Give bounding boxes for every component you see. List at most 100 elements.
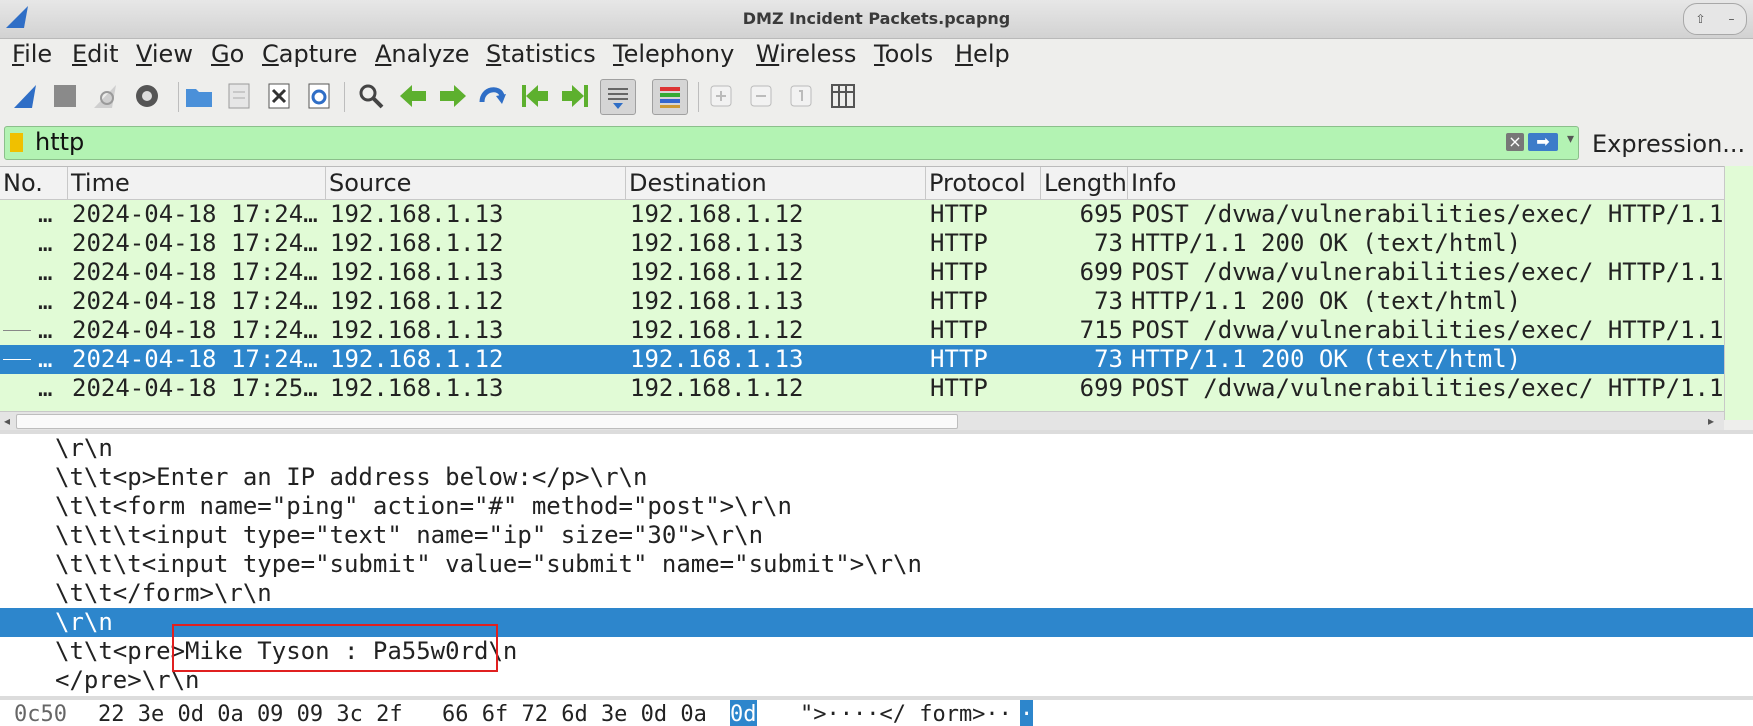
scrollbar-thumb[interactable]	[16, 414, 958, 429]
cell-protocol: HTTP	[930, 258, 988, 286]
menu-help[interactable]: Help	[955, 40, 1010, 68]
restart-capture-icon[interactable]	[88, 79, 122, 113]
detail-line[interactable]: \t\t\t<input type="text" name="ip" size=…	[0, 521, 1753, 550]
cell-source: 192.168.1.12	[330, 229, 504, 257]
hex-offset: 0c50	[14, 702, 67, 726]
zoom-in-icon[interactable]	[704, 79, 738, 113]
window-controls[interactable]: ⇧ –	[1683, 3, 1747, 35]
find-packet-icon[interactable]	[354, 79, 388, 113]
cell-destination: 192.168.1.12	[630, 374, 804, 402]
menu-telephony[interactable]: Telephony	[613, 40, 734, 68]
menu-wireless[interactable]: Wireless	[756, 40, 856, 68]
packet-row[interactable]: … 2024-04-18 17:24… 192.168.1.13 192.168…	[0, 258, 1724, 287]
cell-time: 2024-04-18 17:24…	[72, 200, 318, 228]
packet-row[interactable]: … 2024-04-18 17:24… 192.168.1.12 192.168…	[0, 287, 1724, 316]
normal-size-icon[interactable]	[784, 79, 818, 113]
open-file-icon[interactable]	[182, 79, 216, 113]
menu-tools[interactable]: Tools	[874, 40, 933, 68]
close-file-icon[interactable]	[262, 79, 296, 113]
cell-info: HTTP/1.1 200 OK (text/html)	[1131, 229, 1522, 257]
cell-protocol: HTTP	[930, 229, 988, 257]
capture-options-icon[interactable]	[130, 79, 164, 113]
column-time[interactable]: Time	[68, 167, 326, 199]
cell-time: 2024-04-18 17:24…	[72, 258, 318, 286]
menu-edit[interactable]: Edit	[72, 40, 118, 68]
reload-file-icon[interactable]	[302, 79, 336, 113]
scroll-left-icon[interactable]: ◂	[4, 412, 10, 430]
go-to-packet-icon[interactable]	[476, 79, 510, 113]
cell-no: …	[38, 200, 53, 228]
column-protocol[interactable]: Protocol	[926, 167, 1041, 199]
cell-length: 699	[1079, 258, 1123, 286]
shark-fin-start-icon[interactable]	[8, 79, 42, 113]
bookmark-icon[interactable]	[10, 133, 23, 152]
detail-line[interactable]: \t\t<form name="ping" action="#" method=…	[0, 492, 1753, 521]
cell-info: POST /dvwa/vulnerabilities/exec/ HTTP/1.…	[1131, 258, 1724, 286]
cell-destination: 192.168.1.13	[630, 345, 804, 373]
packet-list-horizontal-scrollbar[interactable]: ◂ ▸	[0, 411, 1724, 430]
hex-ascii[interactable]: ">····</ form>··	[800, 700, 1012, 726]
expression-button[interactable]: Expression...	[1592, 130, 1745, 158]
scroll-right-icon[interactable]: ▸	[1708, 412, 1714, 430]
stop-capture-icon[interactable]	[48, 79, 82, 113]
cell-destination: 192.168.1.12	[630, 258, 804, 286]
resize-columns-icon[interactable]	[826, 79, 860, 113]
menu-view[interactable]: View	[136, 40, 193, 68]
chevron-down-icon[interactable]: ▾	[1567, 131, 1574, 147]
go-back-icon[interactable]	[396, 79, 430, 113]
apply-filter-icon[interactable]: ➡	[1528, 133, 1558, 151]
cell-length: 699	[1079, 374, 1123, 402]
cell-protocol: HTTP	[930, 345, 988, 373]
detail-line[interactable]: \r\n	[0, 434, 1753, 463]
display-filter-input[interactable]: http	[35, 128, 84, 156]
packet-row[interactable]: … 2024-04-18 17:24… 192.168.1.13 192.168…	[0, 200, 1724, 229]
menu-analyze[interactable]: Analyze	[375, 40, 470, 68]
hex-bytes[interactable]: 22 3e 0d 0a 09 09 3c 2f	[98, 700, 403, 726]
detail-line[interactable]: \t\t<p>Enter an IP address below:</p>\r\…	[0, 463, 1753, 492]
zoom-out-icon[interactable]	[744, 79, 778, 113]
cell-protocol: HTTP	[930, 374, 988, 402]
detail-text: \r\n	[55, 434, 113, 462]
detail-line[interactable]: \t\t</form>\r\n	[0, 579, 1753, 608]
cell-length: 73	[1094, 345, 1123, 373]
detail-line[interactable]: \t\t\t<input type="submit" value="submit…	[0, 550, 1753, 579]
save-file-icon[interactable]	[222, 79, 256, 113]
title-bar: DMZ Incident Packets.pcapng ⇧ –	[0, 0, 1753, 39]
column-no[interactable]: No.	[0, 167, 68, 199]
hex-byte-selected[interactable]: 0d	[730, 700, 757, 726]
column-info[interactable]: Info	[1128, 167, 1724, 199]
column-length[interactable]: Length	[1041, 167, 1128, 199]
cell-time: 2024-04-18 17:24…	[72, 229, 318, 257]
maximize-icon[interactable]: ⇧	[1695, 12, 1705, 26]
menu-capture[interactable]: Capture	[262, 40, 357, 68]
menu-go[interactable]: Go	[211, 40, 244, 68]
minimize-icon[interactable]: –	[1729, 12, 1735, 26]
colorize-icon[interactable]	[652, 79, 688, 115]
clear-filter-icon[interactable]: ×	[1506, 133, 1524, 151]
packet-list-vertical-scrollbar[interactable]	[1724, 166, 1753, 420]
column-source[interactable]: Source	[326, 167, 626, 199]
packet-row[interactable]: … 2024-04-18 17:24… 192.168.1.12 192.168…	[0, 229, 1724, 258]
cell-protocol: HTTP	[930, 316, 988, 344]
packet-row[interactable]: … 2024-04-18 17:24… 192.168.1.13 192.168…	[0, 316, 1724, 345]
cell-source: 192.168.1.13	[330, 258, 504, 286]
menu-bar: File Edit View Go Capture Analyze Statis…	[0, 38, 1753, 72]
menu-statistics[interactable]: Statistics	[486, 40, 596, 68]
packet-bytes-pane: 0c50 22 3e 0d 0a 09 09 3c 2f 66 6f 72 6d…	[0, 700, 1753, 726]
cell-no: …	[38, 374, 53, 402]
go-forward-icon[interactable]	[436, 79, 470, 113]
last-packet-icon[interactable]	[558, 79, 592, 113]
cell-source: 192.168.1.13	[330, 200, 504, 228]
cell-info: HTTP/1.1 200 OK (text/html)	[1131, 345, 1522, 373]
hex-bytes[interactable]: 66 6f 72 6d 3e 0d 0a	[442, 700, 707, 726]
menu-file[interactable]: File	[12, 40, 52, 68]
autoscroll-icon[interactable]	[600, 79, 636, 115]
cell-info: POST /dvwa/vulnerabilities/exec/ HTTP/1.…	[1131, 374, 1724, 402]
packet-row[interactable]: … 2024-04-18 17:25… 192.168.1.13 192.168…	[0, 374, 1724, 403]
packet-row-selected[interactable]: … 2024-04-18 17:24… 192.168.1.12 192.168…	[0, 345, 1724, 374]
cell-no: …	[38, 229, 53, 257]
toolbar-separator	[698, 82, 699, 112]
hex-ascii-selected[interactable]: ·	[1020, 700, 1034, 726]
column-destination[interactable]: Destination	[626, 167, 926, 199]
first-packet-icon[interactable]	[518, 79, 552, 113]
